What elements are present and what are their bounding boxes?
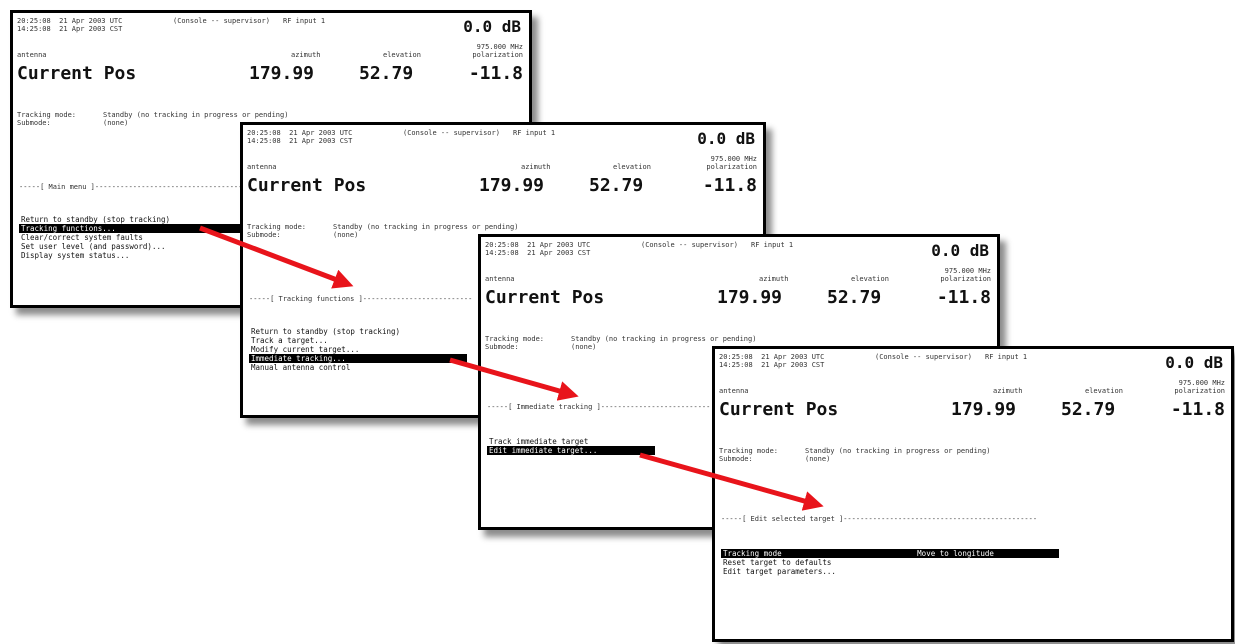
- console-label: (Console -- supervisor): [403, 129, 500, 137]
- cst-time: 14:25:08 21 Apr 2003 CST: [719, 361, 825, 369]
- tracking-mode-value: Standby (no tracking in progress or pend…: [103, 111, 289, 119]
- frequency: 975.000 MHz: [944, 267, 991, 275]
- elevation-value: 52.79: [1061, 399, 1116, 420]
- tracking-mode-label: Tracking mode:: [247, 223, 307, 231]
- tracking-mode-label: Tracking mode:: [485, 335, 545, 343]
- tracking-mode-value: Standby (no tracking in progress or pend…: [571, 335, 757, 343]
- polarization-value: -11.8: [936, 287, 991, 308]
- antenna-label: antenna: [719, 387, 749, 395]
- azimuth-label: azimuth: [521, 163, 551, 171]
- menu-item-modify-target[interactable]: Modify current target...: [249, 345, 361, 354]
- cst-time: 14:25:08 21 Apr 2003 CST: [17, 25, 123, 33]
- azimuth-label: azimuth: [291, 51, 321, 59]
- rf-input-label: RF input 1: [751, 241, 794, 249]
- elevation-label: elevation: [851, 275, 889, 283]
- submode-value: (none): [103, 119, 129, 127]
- menu-item-return-standby[interactable]: Return to standby (stop tracking): [19, 215, 172, 224]
- tracking-mode-value: Standby (no tracking in progress or pend…: [333, 223, 519, 231]
- current-pos-title: Current Pos: [485, 287, 605, 308]
- polarization-value: -11.8: [702, 175, 757, 196]
- azimuth-label: azimuth: [993, 387, 1023, 395]
- utc-time: 20:25:08 21 Apr 2003 UTC: [719, 353, 825, 361]
- polarization-label: polarization: [940, 275, 991, 283]
- azimuth-value: 179.99: [951, 399, 1017, 420]
- utc-time: 20:25:08 21 Apr 2003 UTC: [247, 129, 353, 137]
- console-label: (Console -- supervisor): [173, 17, 270, 25]
- azimuth-value: 179.99: [717, 287, 783, 308]
- signal-level: 0.0 dB: [1165, 353, 1223, 372]
- current-pos-title: Current Pos: [17, 63, 137, 84]
- polarization-label: polarization: [472, 51, 523, 59]
- submode-value: (none): [333, 231, 359, 239]
- menu-item-reset-target[interactable]: Reset target to defaults: [721, 558, 833, 567]
- menu-item-clear-faults[interactable]: Clear/correct system faults: [19, 233, 145, 242]
- menu-item-manual-antenna[interactable]: Manual antenna control: [249, 363, 352, 372]
- frequency: 975.000 MHz: [1178, 379, 1225, 387]
- rf-input-label: RF input 1: [513, 129, 556, 137]
- azimuth-value: 179.99: [249, 63, 315, 84]
- menu-title: -----[ Edit selected target ]-----------…: [721, 515, 1038, 523]
- azimuth-label: azimuth: [759, 275, 789, 283]
- elevation-value: 52.79: [589, 175, 644, 196]
- submode-value: (none): [571, 343, 597, 351]
- menu-item-edit-immediate[interactable]: Edit immediate target...: [487, 446, 655, 455]
- menu-item-tracking-functions[interactable]: Tracking functions...: [19, 224, 241, 233]
- polarization-label: polarization: [706, 163, 757, 171]
- menu-item-return-standby[interactable]: Return to standby (stop tracking): [249, 327, 402, 336]
- rf-input-label: RF input 1: [283, 17, 326, 25]
- cst-time: 14:25:08 21 Apr 2003 CST: [485, 249, 591, 257]
- elevation-label: elevation: [383, 51, 421, 59]
- azimuth-value: 179.99: [479, 175, 545, 196]
- utc-time: 20:25:08 21 Apr 2003 UTC: [17, 17, 123, 25]
- terminal-screen-edit-selected-target: 20:25:08 21 Apr 2003 UTC 14:25:08 21 Apr…: [712, 346, 1234, 642]
- menu-item-set-user-level[interactable]: Set user level (and password)...: [19, 242, 168, 251]
- menu-item-tracking-mode[interactable]: Tracking mode Move to longitude: [721, 549, 1059, 558]
- frequency: 975.000 MHz: [476, 43, 523, 51]
- submode-label: Submode:: [247, 231, 281, 239]
- console-label: (Console -- supervisor): [875, 353, 972, 361]
- rf-input-label: RF input 1: [985, 353, 1028, 361]
- utc-time: 20:25:08 21 Apr 2003 UTC: [485, 241, 591, 249]
- tracking-mode-value: Standby (no tracking in progress or pend…: [805, 447, 991, 455]
- menu-item-edit-parameters[interactable]: Edit target parameters...: [721, 567, 838, 576]
- polarization-label: polarization: [1174, 387, 1225, 395]
- menu-item-track-target[interactable]: Track a target...: [249, 336, 330, 345]
- elevation-value: 52.79: [359, 63, 414, 84]
- menu-item-immediate-tracking[interactable]: Immediate tracking...: [249, 354, 467, 363]
- submode-label: Submode:: [719, 455, 753, 463]
- tracking-mode-label: Tracking mode:: [719, 447, 779, 455]
- tracking-mode-label: Tracking mode:: [17, 111, 77, 119]
- signal-level: 0.0 dB: [697, 129, 755, 148]
- submode-label: Submode:: [485, 343, 519, 351]
- current-pos-title: Current Pos: [247, 175, 367, 196]
- submode-label: Submode:: [17, 119, 51, 127]
- antenna-label: antenna: [247, 163, 277, 171]
- elevation-label: elevation: [613, 163, 651, 171]
- cst-time: 14:25:08 21 Apr 2003 CST: [247, 137, 353, 145]
- frequency: 975.000 MHz: [710, 155, 757, 163]
- antenna-label: antenna: [17, 51, 47, 59]
- antenna-label: antenna: [485, 275, 515, 283]
- signal-level: 0.0 dB: [931, 241, 989, 260]
- elevation-label: elevation: [1085, 387, 1123, 395]
- polarization-value: -11.8: [1170, 399, 1225, 420]
- elevation-value: 52.79: [827, 287, 882, 308]
- menu-item-display-status[interactable]: Display system status...: [19, 251, 131, 260]
- current-pos-title: Current Pos: [719, 399, 839, 420]
- menu-item-track-immediate[interactable]: Track immediate target: [487, 437, 590, 446]
- polarization-value: -11.8: [468, 63, 523, 84]
- console-label: (Console -- supervisor): [641, 241, 738, 249]
- signal-level: 0.0 dB: [463, 17, 521, 36]
- submode-value: (none): [805, 455, 831, 463]
